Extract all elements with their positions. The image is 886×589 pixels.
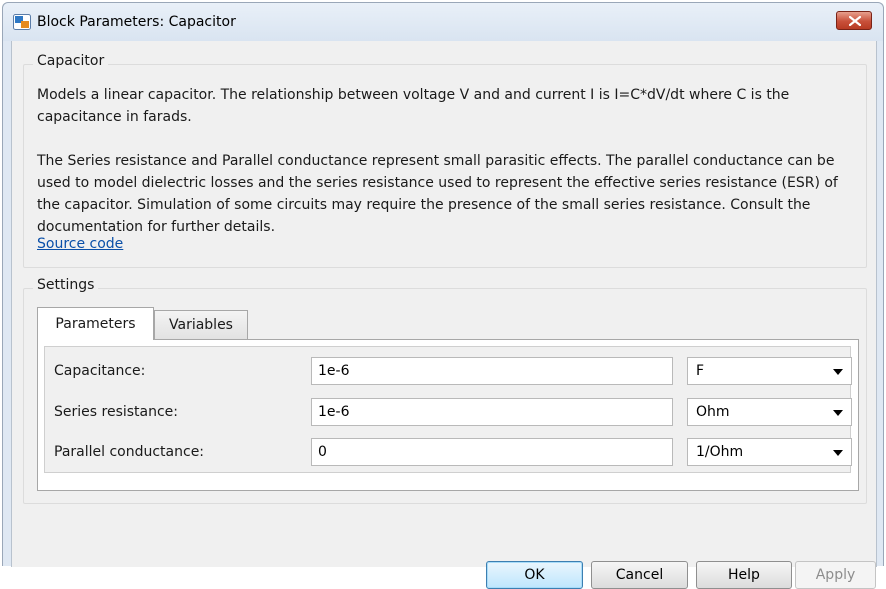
chevron-down-icon <box>833 369 843 375</box>
capacitance-unit-value: F <box>696 363 705 379</box>
capacitance-unit-select[interactable]: F <box>687 357 852 385</box>
series-resistance-input[interactable]: 1e-6 <box>311 398 673 426</box>
description-paragraph-1: Models a linear capacitor. The relations… <box>37 84 789 128</box>
description-line: used to model dielectric losses and the … <box>37 175 838 191</box>
description-line: The Series resistance and Parallel condu… <box>37 153 835 169</box>
simulink-block-icon <box>13 14 31 30</box>
settings-group-title: Settings <box>33 277 99 293</box>
close-icon <box>849 16 861 26</box>
tab-parameters-label: Parameters <box>55 316 136 332</box>
series-resistance-label: Series resistance: <box>54 404 179 420</box>
title-bar[interactable]: Block Parameters: Capacitor <box>3 3 883 41</box>
capacitance-input[interactable]: 1e-6 <box>311 357 673 385</box>
parallel-conductance-label: Parallel conductance: <box>54 444 205 460</box>
dialog-window: Block Parameters: Capacitor Capacitor Mo… <box>2 2 884 589</box>
chevron-down-icon <box>833 450 843 456</box>
cancel-button[interactable]: Cancel <box>591 561 688 589</box>
description-line: capacitance in farads. <box>37 109 192 125</box>
help-button[interactable]: Help <box>696 561 792 589</box>
description-line: the capacitor. Simulation of some circui… <box>37 197 811 213</box>
close-button[interactable] <box>836 11 872 30</box>
tab-parameters[interactable]: Parameters <box>37 307 154 340</box>
dialog-client-area: Capacitor Models a linear capacitor. The… <box>11 41 877 589</box>
parallel-conductance-unit-select[interactable]: 1/Ohm <box>687 438 852 466</box>
parallel-conductance-input[interactable]: 0 <box>311 438 673 466</box>
source-code-link[interactable]: Source code <box>37 236 123 252</box>
parallel-conductance-unit-value: 1/Ohm <box>696 444 744 460</box>
tab-variables-label: Variables <box>169 317 233 333</box>
description-group-title: Capacitor <box>33 53 109 69</box>
description-line: Models a linear capacitor. The relations… <box>37 87 790 103</box>
description-paragraph-2: The Series resistance and Parallel condu… <box>37 150 838 238</box>
apply-button[interactable]: Apply <box>795 561 876 589</box>
series-resistance-unit-select[interactable]: Ohm <box>687 398 852 426</box>
description-line: documentation for further details. <box>37 219 276 235</box>
window-title: Block Parameters: Capacitor <box>37 14 236 30</box>
ok-button[interactable]: OK <box>486 561 583 589</box>
series-resistance-unit-value: Ohm <box>696 404 730 420</box>
chevron-down-icon <box>833 410 843 416</box>
capacitance-label: Capacitance: <box>54 363 146 379</box>
tab-variables[interactable]: Variables <box>154 310 248 339</box>
